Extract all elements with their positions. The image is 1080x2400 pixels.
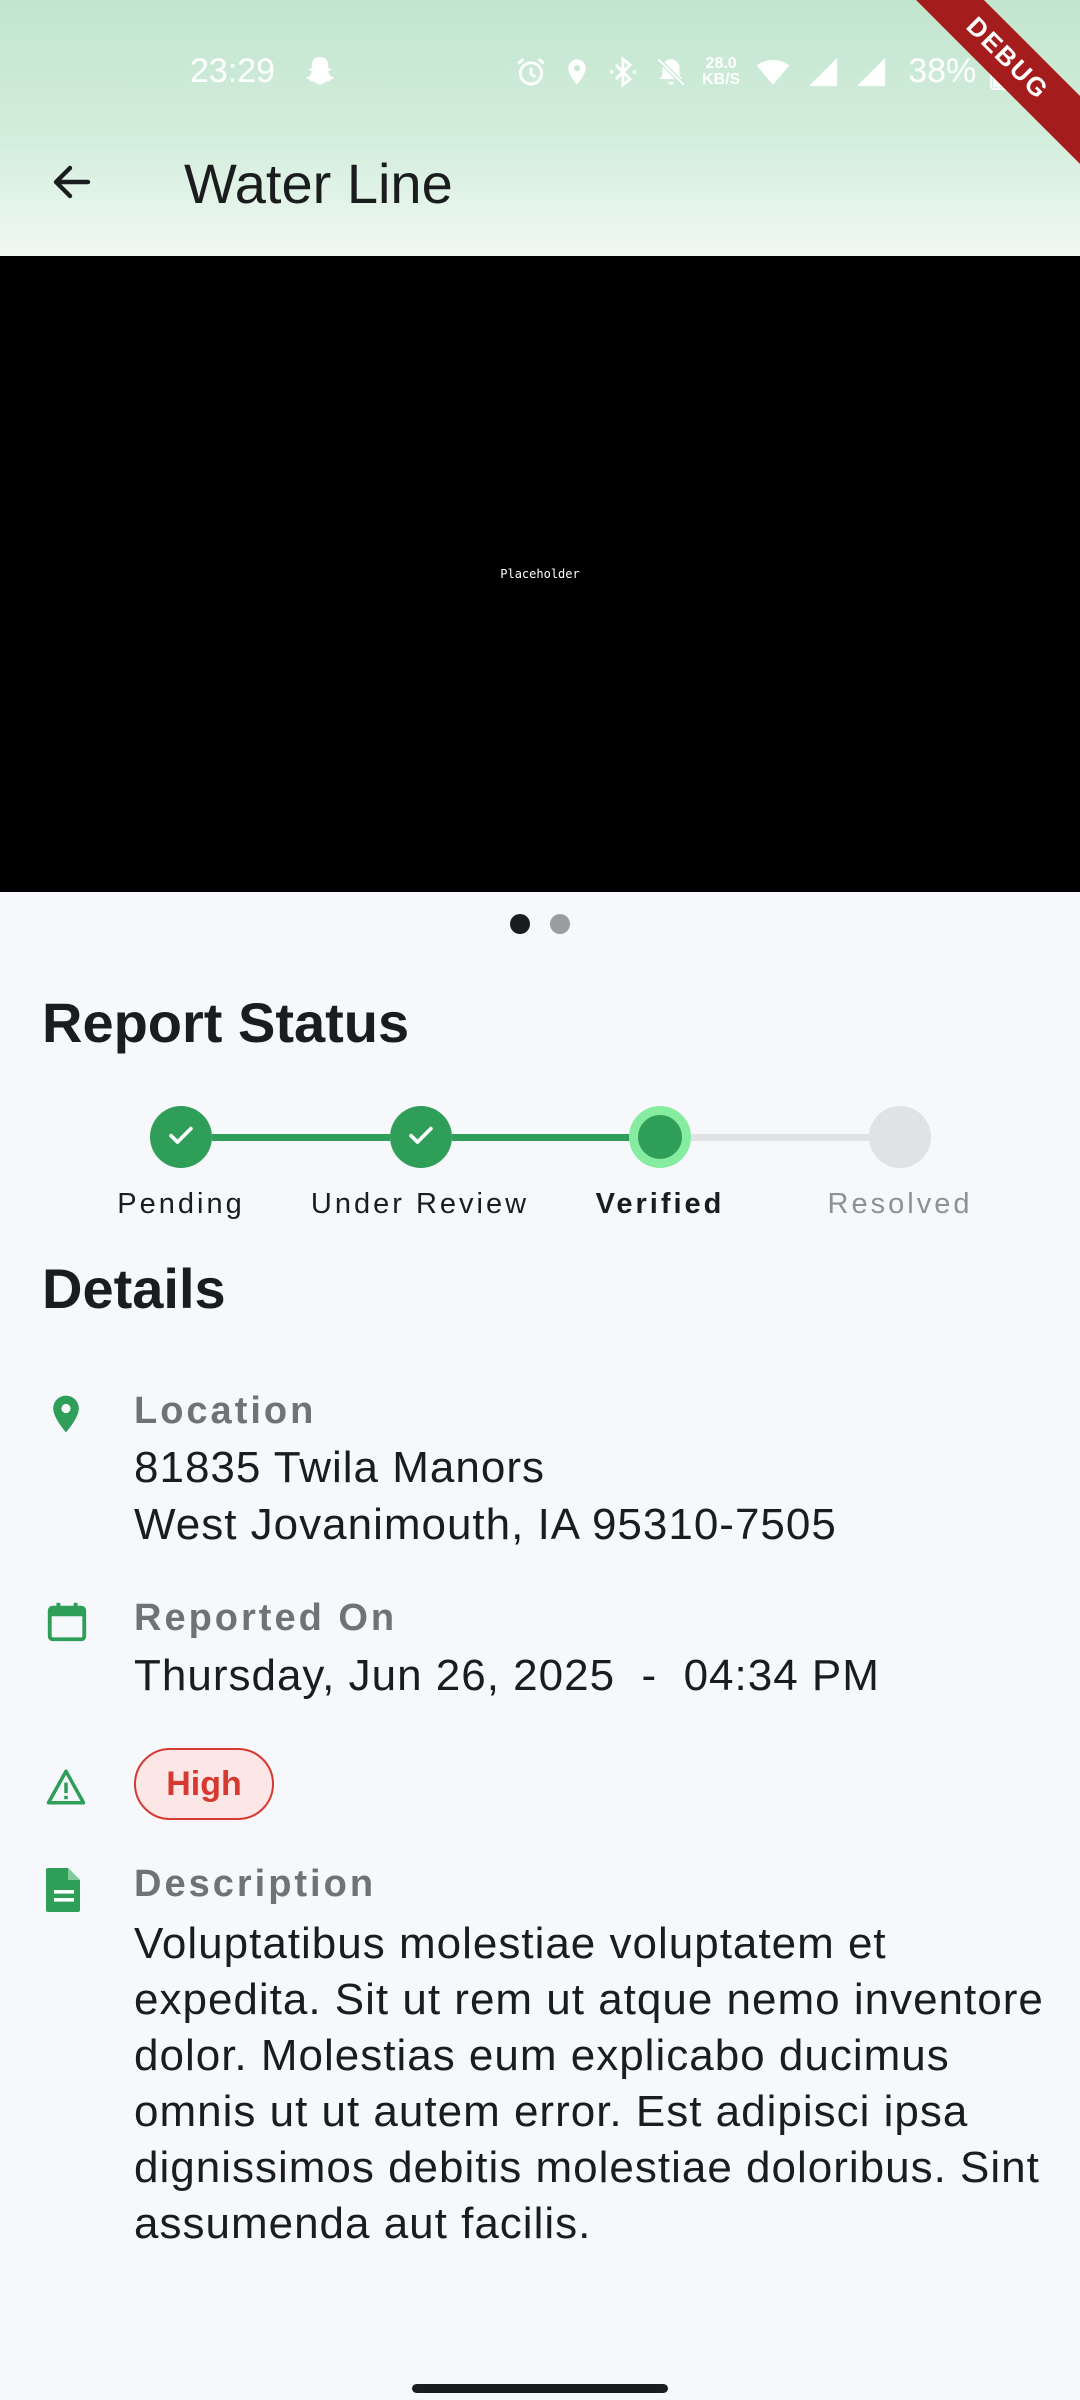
status-icons: 28.0 KB/S 38% bbox=[514, 52, 1013, 91]
check-icon bbox=[164, 1118, 198, 1157]
page-title: Water Line bbox=[184, 152, 453, 215]
step-pending-circle bbox=[150, 1106, 212, 1168]
bluetooth-icon bbox=[606, 55, 640, 89]
signal-icon-2 bbox=[854, 55, 888, 89]
check-icon bbox=[404, 1118, 438, 1157]
image-placeholder-text: Placeholder bbox=[500, 567, 580, 581]
carousel-indicator bbox=[0, 914, 1080, 934]
image-carousel[interactable]: Placeholder bbox=[0, 256, 1080, 892]
step-connector-1 bbox=[212, 1134, 390, 1141]
status-bar: 23:29 28.0 KB/S 38% bbox=[0, 0, 1080, 144]
step-connector-3 bbox=[690, 1134, 870, 1141]
status-stepper: Pending Under Review Verified Resolved bbox=[0, 1100, 1080, 1230]
carousel-dot-1[interactable] bbox=[510, 914, 530, 934]
reported-on-label: Reported On bbox=[134, 1597, 398, 1639]
arrow-back-icon bbox=[48, 158, 96, 211]
warning-triangle-icon bbox=[44, 1766, 88, 1810]
snapchat-ghost-icon bbox=[302, 54, 338, 99]
step-label-resolved: Resolved bbox=[827, 1188, 973, 1220]
step-verified-circle bbox=[629, 1106, 691, 1168]
step-connector-2 bbox=[452, 1134, 630, 1141]
back-button[interactable] bbox=[36, 148, 108, 220]
home-indicator[interactable] bbox=[412, 2384, 668, 2393]
status-time: 23:29 bbox=[190, 52, 276, 90]
step-under-review-circle bbox=[390, 1106, 452, 1168]
step-label-verified: Verified bbox=[595, 1188, 725, 1220]
location-line-1: 81835 Twila Manors bbox=[134, 1443, 545, 1492]
calendar-icon bbox=[44, 1598, 88, 1642]
step-label-under-review: Under Review bbox=[310, 1188, 530, 1220]
document-icon bbox=[44, 1866, 88, 1912]
wifi-icon bbox=[754, 55, 792, 89]
report-status-heading: Report Status bbox=[42, 991, 410, 1054]
description-value: Voluptatibus molestiae voluptatem et exp… bbox=[134, 1919, 1044, 2248]
step-resolved-circle bbox=[869, 1106, 931, 1168]
battery-percentage: 38% bbox=[908, 52, 977, 90]
reported-on-value: Thursday, Jun 26, 2025 - 04:34 PM bbox=[134, 1651, 880, 1700]
location-label: Location bbox=[134, 1390, 317, 1432]
network-speed: 28.0 KB/S bbox=[702, 54, 741, 88]
location-pin-icon bbox=[44, 1390, 88, 1434]
priority-badge: High bbox=[134, 1748, 274, 1820]
app-header: 23:29 28.0 KB/S 38% DEBUG Water Line bbox=[0, 0, 1080, 256]
step-label-pending: Pending bbox=[117, 1188, 245, 1220]
mute-icon bbox=[654, 55, 688, 89]
location-line-2: West Jovanimouth, IA 95310-7505 bbox=[134, 1500, 837, 1549]
carousel-dot-2[interactable] bbox=[550, 914, 570, 934]
description-label: Description bbox=[134, 1863, 377, 1905]
details-heading: Details bbox=[42, 1257, 226, 1320]
alarm-icon bbox=[514, 55, 548, 89]
location-status-icon bbox=[562, 55, 592, 89]
signal-icon-1 bbox=[806, 55, 840, 89]
